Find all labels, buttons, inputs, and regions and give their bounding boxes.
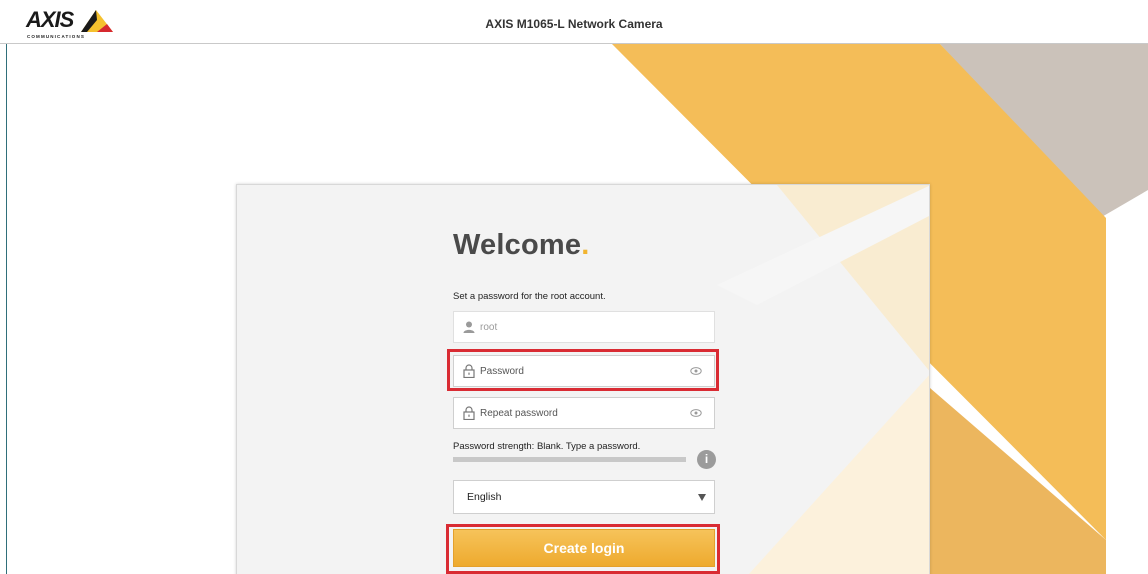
info-icon[interactable]: i [697,450,716,469]
form-subtitle: Set a password for the root account. [453,291,606,302]
password-strength-label: Password strength: Blank. Type a passwor… [453,441,641,452]
password-strength-bar [453,457,686,462]
window-title: AXIS M1065-L Network Camera [485,17,663,31]
repeat-password-input[interactable] [480,398,680,428]
login-form: Welcome. Set a password for the root acc… [453,185,717,574]
language-select[interactable]: English [453,480,715,514]
card-cream-lower [748,375,929,574]
chevron-down-icon [698,494,706,501]
welcome-dot: . [581,229,590,261]
page: AXIS COMMUNICATIONS AXIS M1065-L Network… [0,0,1148,574]
login-card: Welcome. Set a password for the root acc… [236,184,930,574]
username-field[interactable] [453,311,715,343]
language-value: English [467,491,502,503]
user-icon [463,321,475,333]
password-field[interactable] [453,355,715,387]
eye-icon[interactable] [690,366,702,376]
create-login-button[interactable]: Create login [453,529,715,567]
header-bar: AXIS COMMUNICATIONS AXIS M1065-L Network… [0,0,1148,44]
eye-icon[interactable] [690,408,702,418]
password-input[interactable] [480,356,680,386]
username-input[interactable] [480,312,680,342]
lock-icon [463,364,475,378]
welcome-heading: Welcome. [453,229,589,262]
repeat-password-field[interactable] [453,397,715,429]
welcome-text: Welcome [453,229,582,261]
lock-icon [463,406,475,420]
